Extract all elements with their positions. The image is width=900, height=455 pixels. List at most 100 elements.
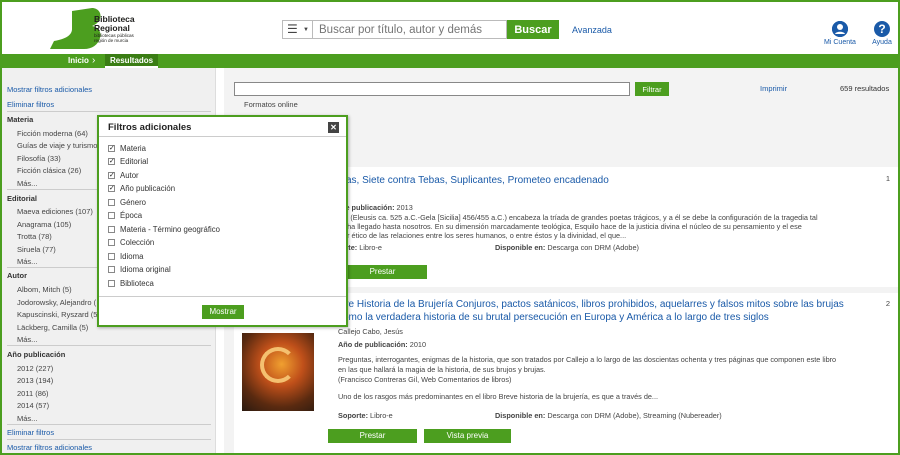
remove-filters-link-bottom[interactable]: Eliminar filtros xyxy=(7,428,54,437)
logo-text: Biblioteca Regional bibliotecas públicas… xyxy=(94,15,135,44)
help-icon: ? xyxy=(874,21,890,37)
filter-option-idioma[interactable]: Idioma xyxy=(108,252,143,264)
checkbox[interactable] xyxy=(108,170,115,180)
checkbox[interactable] xyxy=(108,199,115,206)
filter-option-label: Biblioteca xyxy=(120,279,154,288)
filter-button[interactable]: Filtrar xyxy=(635,82,669,96)
result-title-line2[interactable]: como la verdadera historia de su brutal … xyxy=(338,311,769,324)
result-year-row: de publicación: 2013 xyxy=(341,203,413,213)
facet-item[interactable]: 2012 (227) xyxy=(17,364,53,373)
checkbox[interactable] xyxy=(108,280,115,287)
filter-option-label: Autor xyxy=(120,171,139,180)
checkbox[interactable] xyxy=(108,239,115,246)
facet-item[interactable]: Jodorowsky, Alejandro ( xyxy=(17,298,96,307)
facet-more-link[interactable]: Más... xyxy=(17,257,37,266)
breadcrumb-home[interactable]: Inicio xyxy=(68,54,89,68)
facet-item[interactable]: Albom, Mitch (5) xyxy=(17,285,72,294)
checkbox[interactable] xyxy=(108,266,115,273)
search-box: ☰ ▼ xyxy=(282,20,507,39)
filter-option-label: Colección xyxy=(120,238,155,247)
filter-option-coleccion[interactable]: Colección xyxy=(108,238,154,250)
breadcrumb-bar: Inicio › Resultados xyxy=(2,54,898,68)
support-value: Libro-e xyxy=(359,243,382,252)
filter-option-idioma-original[interactable]: Idioma original xyxy=(108,265,171,277)
results-count: 659 resultados xyxy=(840,84,890,93)
borrow-button[interactable]: Prestar xyxy=(328,429,417,443)
checkbox[interactable] xyxy=(108,183,115,193)
facet-item[interactable]: 2014 (57) xyxy=(17,401,49,410)
facet-more-link[interactable]: Más... xyxy=(17,335,37,344)
filter-option-label: Materia - Término geográfico xyxy=(120,225,220,234)
filter-option-biblioteca[interactable]: Biblioteca xyxy=(108,279,154,291)
facet-item[interactable]: Ficción moderna (64) xyxy=(17,129,88,138)
year-label: Año de publicación: xyxy=(338,340,408,349)
facet-heading-year: Año publicación xyxy=(7,350,66,359)
filter-option-editorial[interactable]: Editorial xyxy=(108,156,149,169)
print-link[interactable]: Imprimir xyxy=(760,84,787,93)
facet-item[interactable]: Anagrama (105) xyxy=(17,220,71,229)
checkbox[interactable] xyxy=(108,226,115,233)
result-author[interactable]: Callejo Cabo, Jesús xyxy=(338,327,403,337)
facet-item[interactable]: Ficción clásica (26) xyxy=(17,166,81,175)
filter-option-label: Editorial xyxy=(120,157,149,166)
search-type-dropdown[interactable]: ☰ ▼ xyxy=(283,21,313,38)
checkbox[interactable] xyxy=(108,253,115,260)
search-input[interactable] xyxy=(314,21,504,38)
search-button[interactable]: Buscar xyxy=(507,20,559,39)
book-cover-image[interactable] xyxy=(242,333,314,411)
divider xyxy=(7,439,211,440)
filter-option-epoca[interactable]: Época xyxy=(108,211,142,223)
additional-filters-dialog: Filtros adicionales ✕ Materia Editorial … xyxy=(97,115,348,327)
advanced-search-link[interactable]: Avanzada xyxy=(572,25,612,35)
account-button[interactable]: Mi Cuenta xyxy=(822,21,858,46)
checkbox[interactable] xyxy=(108,143,115,153)
facet-item[interactable]: Kapuscinski, Ryszard (5 xyxy=(17,310,97,319)
filter-results-input[interactable] xyxy=(234,82,630,96)
filter-option-label: Época xyxy=(120,211,143,220)
show-button[interactable]: Mostrar xyxy=(202,305,244,319)
checkbox[interactable] xyxy=(108,212,115,219)
user-icon xyxy=(832,21,848,37)
close-icon[interactable]: ✕ xyxy=(328,122,339,133)
help-button[interactable]: ? Ayuda xyxy=(868,21,896,46)
facet-heading-autor: Autor xyxy=(7,271,27,280)
more-filters-link-top[interactable]: Mostrar filtros adicionales xyxy=(7,85,92,94)
year-label: de publicación: xyxy=(341,203,395,212)
cover-art xyxy=(260,347,296,383)
filter-option-year[interactable]: Año publicación xyxy=(108,183,175,196)
breadcrumb-results[interactable]: Resultados xyxy=(105,54,159,68)
facet-more-link[interactable]: Más... xyxy=(17,179,37,188)
facet-item[interactable]: 2011 (86) xyxy=(17,389,49,398)
filter-option-autor[interactable]: Autor xyxy=(108,170,139,183)
facet-item[interactable]: Maeva ediciones (107) xyxy=(17,207,93,216)
chevron-right-icon: › xyxy=(92,55,96,66)
help-label: Ayuda xyxy=(872,39,892,46)
facet-item[interactable]: Guías de viaje y turismo xyxy=(17,141,97,150)
availability-label: Disponible en: xyxy=(495,243,546,252)
filter-option-materia[interactable]: Materia xyxy=(108,143,146,156)
checkbox[interactable] xyxy=(108,156,115,166)
more-filters-link-bottom[interactable]: Mostrar filtros adicionales xyxy=(7,443,92,452)
filter-option-geografico[interactable]: Materia - Término geográfico xyxy=(108,225,220,237)
facet-heading-editorial: Editorial xyxy=(7,194,38,203)
divider xyxy=(99,296,346,297)
facet-item[interactable]: Läckberg, Camilla (5) xyxy=(17,323,88,332)
divider xyxy=(7,111,211,112)
caret-down-icon: ▼ xyxy=(303,27,309,33)
filter-option-label: Materia xyxy=(120,144,146,153)
header: Biblioteca Regional bibliotecas públicas… xyxy=(2,2,898,54)
facet-item[interactable]: 2013 (194) xyxy=(17,376,53,385)
filter-option-genero[interactable]: Género xyxy=(108,198,146,210)
facet-item[interactable]: Filosofía (33) xyxy=(17,154,61,163)
result-title-line1[interactable]: eve Historia de la Brujería Conjuros, pa… xyxy=(338,298,844,311)
support-value: Libro-e xyxy=(370,411,393,420)
remove-filters-link-top[interactable]: Eliminar filtros xyxy=(7,100,54,109)
facet-more-link[interactable]: Más... xyxy=(17,414,37,423)
preview-button[interactable]: Vista previa xyxy=(424,429,511,443)
availability-value: Descarga con DRM (Adobe) xyxy=(547,243,639,252)
borrow-button[interactable]: Prestar xyxy=(338,265,427,279)
result-title[interactable]: sas, Siete contra Tebas, Suplicantes, Pr… xyxy=(341,174,609,187)
dialog-title: Filtros adicionales xyxy=(108,122,192,133)
facet-item[interactable]: Trotta (78) xyxy=(17,232,52,241)
facet-item[interactable]: Siruela (77) xyxy=(17,245,56,254)
